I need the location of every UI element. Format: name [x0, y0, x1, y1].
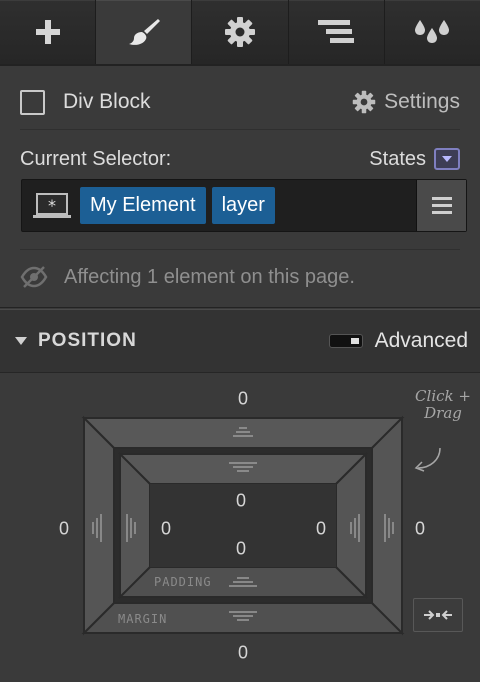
- margin-label: MARGIN: [118, 612, 168, 626]
- box-model-diagram: [81, 415, 441, 636]
- plus-icon: [35, 20, 60, 44]
- padding-label: PADDING: [154, 575, 212, 589]
- eye-slash-icon: [20, 266, 48, 288]
- states-dropdown[interactable]: States: [369, 148, 460, 171]
- element-type-icon: [20, 89, 45, 115]
- padding-bottom-value[interactable]: 0: [236, 539, 246, 560]
- settings-label: Settings: [384, 90, 460, 113]
- margin-left-value[interactable]: 0: [59, 519, 69, 540]
- element-type-label: Div Block: [63, 90, 151, 113]
- current-selector-label: Current Selector:: [20, 147, 172, 170]
- tab-bar: [0, 0, 480, 66]
- element-row: Div Block Settings: [20, 84, 460, 120]
- link-arrows-icon: [424, 610, 452, 620]
- position-section-header[interactable]: POSITION Advanced: [0, 309, 480, 373]
- selector-field[interactable]: * My Element layer: [21, 179, 467, 232]
- gear-icon: [225, 17, 255, 47]
- caret-down-icon: [15, 337, 27, 345]
- selector-panel: Div Block Settings Current Selector: Sta…: [0, 66, 480, 308]
- navigator-icon: [318, 20, 355, 43]
- link-values-button[interactable]: [413, 598, 463, 632]
- margin-left-handle[interactable]: [83, 415, 115, 636]
- element-settings-link[interactable]: Settings: [352, 90, 460, 114]
- position-title: POSITION: [38, 330, 137, 351]
- tab-style[interactable]: [96, 0, 193, 64]
- divider: [20, 129, 460, 130]
- padding-right-value[interactable]: 0: [316, 519, 326, 540]
- click-drag-hint: Click + Drag: [415, 387, 471, 422]
- advanced-label: Advanced: [374, 329, 468, 352]
- affecting-notice: Affecting 1 element on this page.: [20, 261, 460, 293]
- margin-bottom-value[interactable]: 0: [238, 643, 248, 664]
- toggle-switch-icon: [328, 334, 363, 348]
- tab-settings[interactable]: [192, 0, 289, 64]
- margin-top-value[interactable]: 0: [238, 389, 248, 410]
- padding-top-value[interactable]: 0: [236, 491, 246, 512]
- padding-left-value[interactable]: 0: [161, 519, 171, 540]
- margin-top-handle[interactable]: [81, 417, 405, 449]
- margin-right-handle[interactable]: [371, 415, 403, 636]
- selector-row: Current Selector: States: [20, 144, 460, 174]
- states-label: States: [369, 147, 426, 170]
- affecting-text: Affecting 1 element on this page.: [64, 265, 355, 288]
- tab-navigator[interactable]: [288, 0, 385, 64]
- brush-icon: [128, 19, 160, 45]
- tab-add[interactable]: [0, 0, 97, 64]
- tab-swatches[interactable]: [384, 0, 480, 64]
- selector-chip[interactable]: My Element: [80, 187, 206, 224]
- gear-icon: [352, 90, 376, 114]
- selector-chip[interactable]: layer: [211, 187, 275, 224]
- box-model-editor: PADDING MARGIN 0 0 0 0 0 0 0 0 Click + D…: [0, 374, 480, 682]
- divider: [20, 249, 460, 250]
- margin-right-value[interactable]: 0: [415, 519, 425, 540]
- chevron-down-icon: [434, 148, 460, 170]
- drops-icon: [415, 20, 450, 43]
- selector-menu-button[interactable]: [416, 180, 466, 231]
- element-class-icon: *: [33, 192, 71, 218]
- padding-top-handle[interactable]: [117, 453, 369, 485]
- svg-text:*: *: [48, 196, 56, 215]
- advanced-toggle[interactable]: Advanced: [328, 329, 468, 353]
